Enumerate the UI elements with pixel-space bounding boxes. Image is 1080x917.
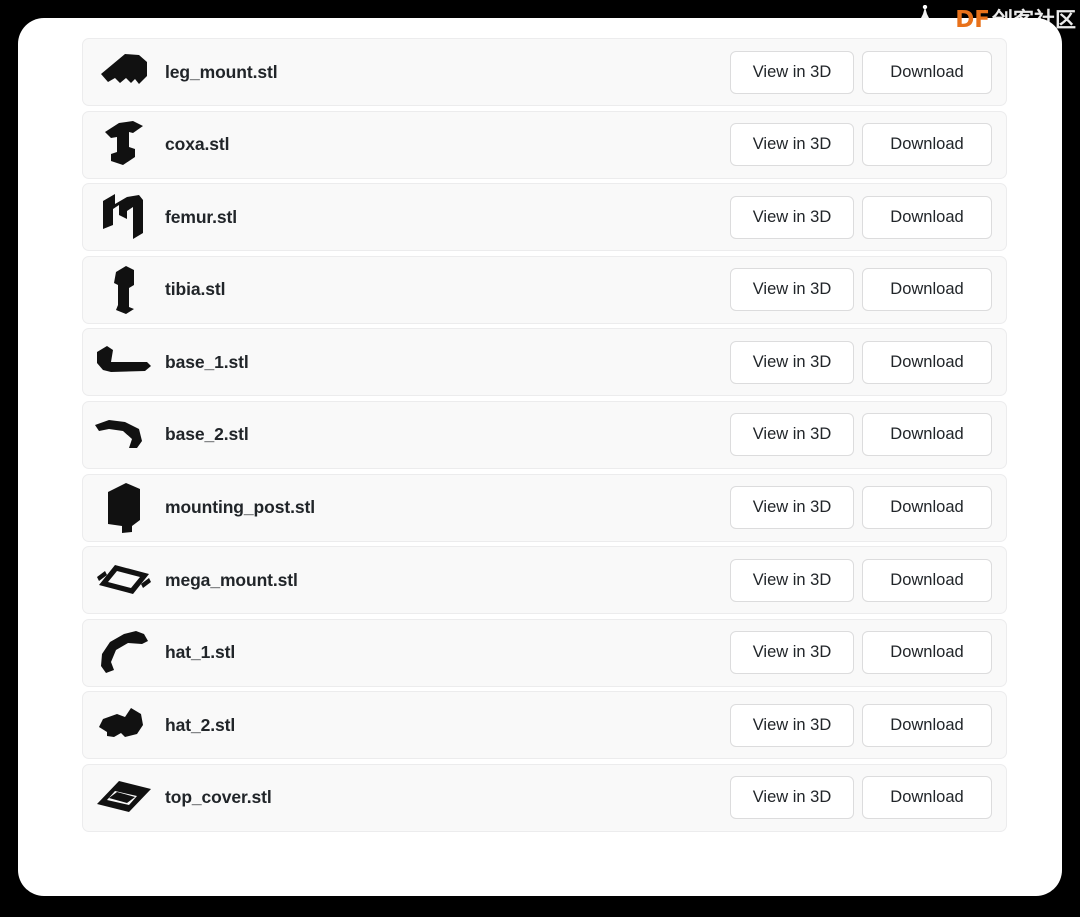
file-name-label: hat_1.stl bbox=[165, 642, 236, 663]
download-button[interactable]: Download bbox=[862, 413, 992, 457]
download-button[interactable]: Download bbox=[862, 558, 992, 602]
view-in-3d-button[interactable]: View in 3D bbox=[730, 123, 854, 167]
row-actions: View in 3D Download bbox=[730, 413, 992, 457]
file-name-label: femur.stl bbox=[165, 206, 238, 227]
file-name-label: hat_2.stl bbox=[165, 714, 236, 735]
view-in-3d-button[interactable]: View in 3D bbox=[730, 413, 854, 457]
file-name-label: top_cover.stl bbox=[165, 787, 272, 808]
table-row: base_2.stl View in 3D Download bbox=[82, 400, 1007, 469]
file-name-label: coxa.stl bbox=[165, 134, 230, 155]
stl-thumbnail-hat-1-icon bbox=[93, 626, 155, 680]
table-row: femur.stl View in 3D Download bbox=[82, 183, 1007, 252]
row-actions: View in 3D Download bbox=[730, 703, 992, 747]
table-row: base_1.stl View in 3D Download bbox=[82, 328, 1007, 397]
view-in-3d-button[interactable]: View in 3D bbox=[730, 631, 854, 675]
view-in-3d-button[interactable]: View in 3D bbox=[730, 50, 854, 94]
stl-thumbnail-base-2-icon bbox=[93, 408, 155, 462]
file-name-label: base_2.stl bbox=[165, 424, 249, 445]
view-in-3d-button[interactable]: View in 3D bbox=[730, 486, 854, 530]
view-in-3d-button[interactable]: View in 3D bbox=[730, 776, 854, 820]
table-row: mega_mount.stl View in 3D Download bbox=[82, 546, 1007, 615]
row-actions: View in 3D Download bbox=[730, 268, 992, 312]
stl-thumbnail-femur-icon bbox=[93, 190, 155, 244]
stl-file-list: leg_mount.stl View in 3D Download coxa.s… bbox=[82, 38, 1007, 832]
table-row: tibia.stl View in 3D Download bbox=[82, 255, 1007, 324]
download-button[interactable]: Download bbox=[862, 50, 992, 94]
row-actions: View in 3D Download bbox=[730, 776, 992, 820]
download-button[interactable]: Download bbox=[862, 776, 992, 820]
table-row: hat_1.stl View in 3D Download bbox=[82, 618, 1007, 687]
stl-thumbnail-base-1-icon bbox=[93, 335, 155, 389]
file-name-label: base_1.stl bbox=[165, 351, 249, 372]
download-button[interactable]: Download bbox=[862, 631, 992, 675]
row-actions: View in 3D Download bbox=[730, 123, 992, 167]
stl-thumbnail-mounting-post-icon bbox=[93, 481, 155, 535]
row-actions: View in 3D Download bbox=[730, 631, 992, 675]
download-button[interactable]: Download bbox=[862, 268, 992, 312]
table-row: coxa.stl View in 3D Download bbox=[82, 110, 1007, 179]
view-in-3d-button[interactable]: View in 3D bbox=[730, 340, 854, 384]
table-row: top_cover.stl View in 3D Download bbox=[82, 763, 1007, 832]
row-actions: View in 3D Download bbox=[730, 486, 992, 530]
download-button[interactable]: Download bbox=[862, 486, 992, 530]
stl-thumbnail-leg-mount-icon bbox=[93, 45, 155, 99]
view-in-3d-button[interactable]: View in 3D bbox=[730, 703, 854, 747]
file-name-label: mounting_post.stl bbox=[165, 497, 315, 518]
download-button[interactable]: Download bbox=[862, 340, 992, 384]
stl-thumbnail-coxa-icon bbox=[93, 118, 155, 172]
row-actions: View in 3D Download bbox=[730, 195, 992, 239]
row-actions: View in 3D Download bbox=[730, 50, 992, 94]
row-actions: View in 3D Download bbox=[730, 558, 992, 602]
file-name-label: tibia.stl bbox=[165, 279, 226, 300]
stl-thumbnail-tibia-icon bbox=[93, 263, 155, 317]
row-actions: View in 3D Download bbox=[730, 340, 992, 384]
view-in-3d-button[interactable]: View in 3D bbox=[730, 268, 854, 312]
stl-thumbnail-hat-2-icon bbox=[93, 698, 155, 752]
download-button[interactable]: Download bbox=[862, 195, 992, 239]
download-button[interactable]: Download bbox=[862, 703, 992, 747]
table-row: leg_mount.stl View in 3D Download bbox=[82, 38, 1007, 106]
stl-thumbnail-top-cover-icon bbox=[93, 771, 155, 825]
file-name-label: mega_mount.stl bbox=[165, 569, 298, 590]
view-in-3d-button[interactable]: View in 3D bbox=[730, 558, 854, 602]
table-row: hat_2.stl View in 3D Download bbox=[82, 691, 1007, 760]
download-button[interactable]: Download bbox=[862, 123, 992, 167]
stl-thumbnail-mega-mount-icon bbox=[93, 553, 155, 607]
table-row: mounting_post.stl View in 3D Download bbox=[82, 473, 1007, 542]
app-window: leg_mount.stl View in 3D Download coxa.s… bbox=[18, 18, 1062, 896]
view-in-3d-button[interactable]: View in 3D bbox=[730, 195, 854, 239]
file-name-label: leg_mount.stl bbox=[165, 61, 278, 82]
